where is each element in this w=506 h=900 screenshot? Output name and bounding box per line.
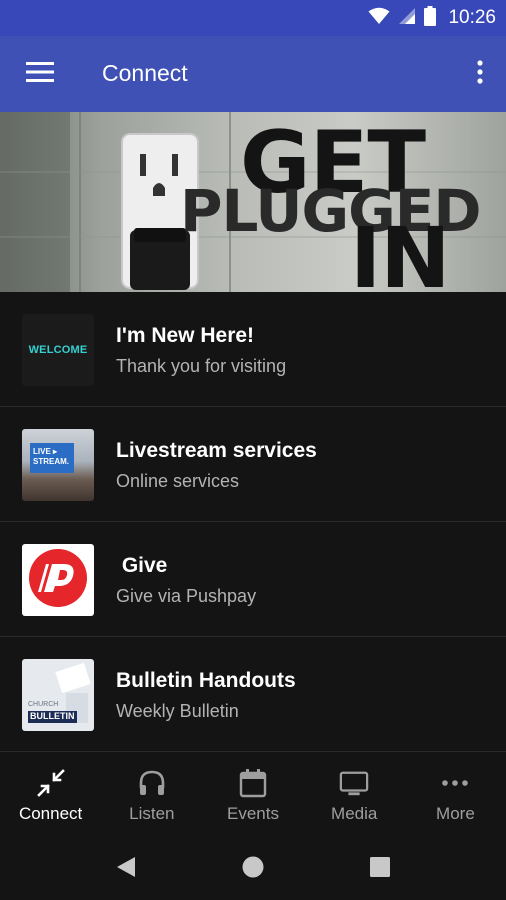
collapse-arrows-icon bbox=[36, 768, 66, 798]
nav-label: Events bbox=[227, 804, 279, 823]
bulletin-thumbnail-text: CHURCH BULLETIN bbox=[28, 701, 77, 723]
nav-label: More bbox=[436, 804, 475, 823]
banner-text-in: IN bbox=[350, 209, 451, 292]
pushpay-logo-thumbnail bbox=[22, 544, 94, 616]
system-home-button[interactable] bbox=[238, 854, 268, 884]
nav-tab-connect[interactable]: Connect bbox=[0, 752, 101, 838]
bulletin-thumbnail: CHURCH BULLETIN bbox=[22, 659, 94, 731]
livestream-card-line2: STREAM. bbox=[33, 456, 69, 466]
battery-icon bbox=[424, 5, 437, 31]
more-vertical-icon bbox=[477, 59, 483, 89]
list-item-subtitle: Online services bbox=[116, 471, 240, 491]
menu-button[interactable] bbox=[18, 56, 62, 92]
more-horizontal-icon bbox=[440, 768, 470, 798]
overflow-menu-button[interactable] bbox=[468, 56, 492, 92]
connect-list: WELCOME I'm New Here! Thank you for visi… bbox=[0, 292, 506, 752]
list-item-title: Give bbox=[116, 554, 168, 577]
nav-tab-media[interactable]: Media bbox=[304, 752, 405, 838]
list-item-give[interactable]: Give Give via Pushpay bbox=[0, 522, 506, 637]
list-item-bulletin[interactable]: CHURCH BULLETIN Bulletin Handouts Weekly… bbox=[0, 637, 506, 752]
bulletin-thumbnail-line2: BULLETIN bbox=[28, 710, 77, 723]
list-item-subtitle: Weekly Bulletin bbox=[116, 701, 239, 721]
list-item-im-new-here[interactable]: WELCOME I'm New Here! Thank you for visi… bbox=[0, 292, 506, 407]
home-circle-icon bbox=[241, 855, 265, 884]
system-back-button[interactable] bbox=[111, 854, 141, 884]
headphones-icon bbox=[137, 768, 167, 798]
list-item-subtitle: Give via Pushpay bbox=[116, 586, 257, 606]
hamburger-menu-icon bbox=[26, 61, 54, 88]
bottom-navigation: Connect Listen Events Media More bbox=[0, 752, 506, 838]
banner-image[interactable]: GET PLUGGED IN bbox=[0, 112, 506, 292]
pushpay-logo-icon bbox=[28, 548, 88, 613]
nav-label: Media bbox=[331, 804, 378, 823]
nav-label: Connect bbox=[18, 804, 83, 823]
status-bar: 10:26 bbox=[0, 0, 506, 36]
list-item-title: I'm New Here! bbox=[116, 324, 255, 347]
list-item-livestream[interactable]: LIVE ▸ STREAM. Livestream services Onlin… bbox=[0, 407, 506, 522]
app-bar: Connect bbox=[0, 36, 506, 112]
nav-label: Listen bbox=[129, 804, 175, 823]
calendar-icon bbox=[238, 768, 268, 798]
tv-icon bbox=[339, 768, 369, 798]
livestream-card-line1: LIVE ▸ bbox=[33, 447, 58, 456]
system-navigation-bar bbox=[0, 838, 506, 900]
list-item-title: Bulletin Handouts bbox=[116, 669, 296, 692]
status-icons: 10:26 bbox=[368, 5, 496, 31]
nav-tab-events[interactable]: Events bbox=[202, 752, 303, 838]
back-triangle-icon bbox=[115, 855, 137, 884]
nav-tab-more[interactable]: More bbox=[405, 752, 506, 838]
recents-square-icon bbox=[369, 856, 391, 883]
livestream-thumbnail: LIVE ▸ STREAM. bbox=[22, 429, 94, 501]
list-item-title: Livestream services bbox=[116, 439, 317, 462]
wifi-icon bbox=[368, 7, 390, 30]
bulletin-thumbnail-line1: CHURCH bbox=[28, 701, 59, 708]
welcome-thumbnail: WELCOME bbox=[22, 314, 94, 386]
page-title: Connect bbox=[102, 60, 188, 86]
welcome-thumbnail-text: WELCOME bbox=[28, 344, 88, 356]
livestream-card: LIVE ▸ STREAM. bbox=[30, 443, 74, 473]
nav-tab-listen[interactable]: Listen bbox=[101, 752, 202, 838]
cell-signal-icon bbox=[398, 7, 416, 30]
list-item-subtitle: Thank you for visiting bbox=[116, 356, 287, 376]
system-recents-button[interactable] bbox=[365, 854, 395, 884]
status-time: 10:26 bbox=[448, 7, 496, 28]
